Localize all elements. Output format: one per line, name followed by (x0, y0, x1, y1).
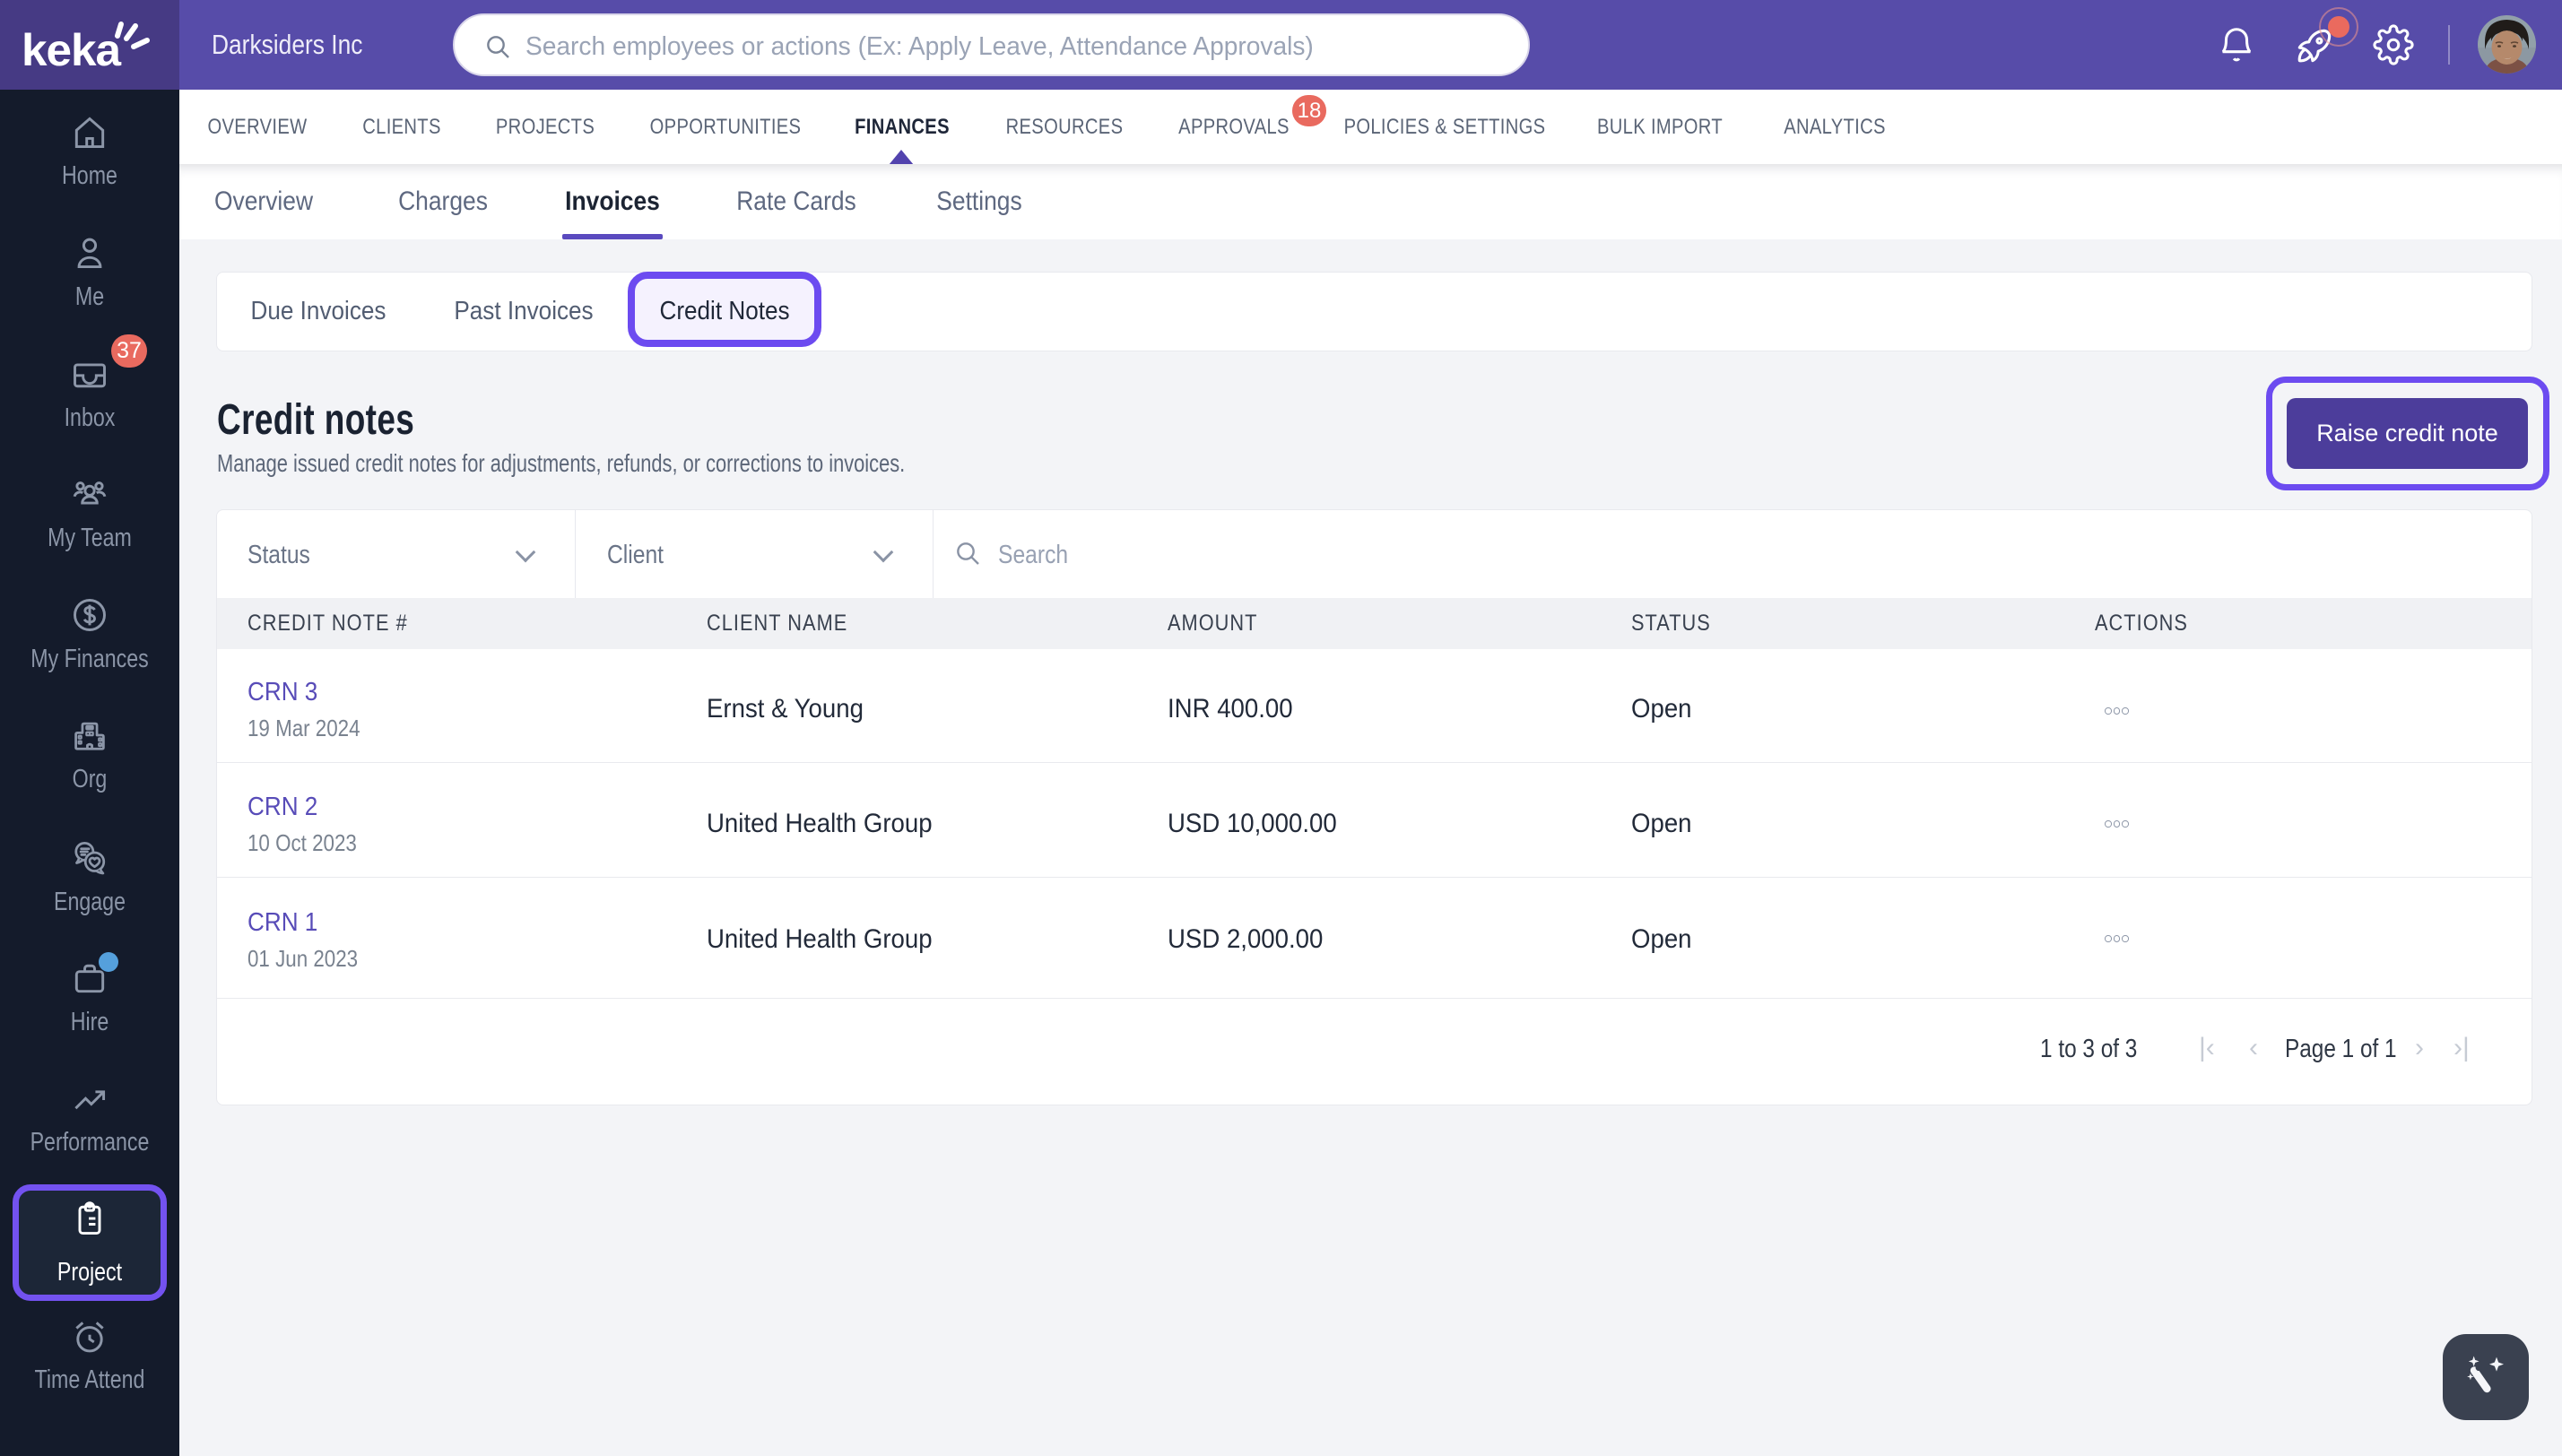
svg-text:keka: keka (22, 25, 122, 75)
